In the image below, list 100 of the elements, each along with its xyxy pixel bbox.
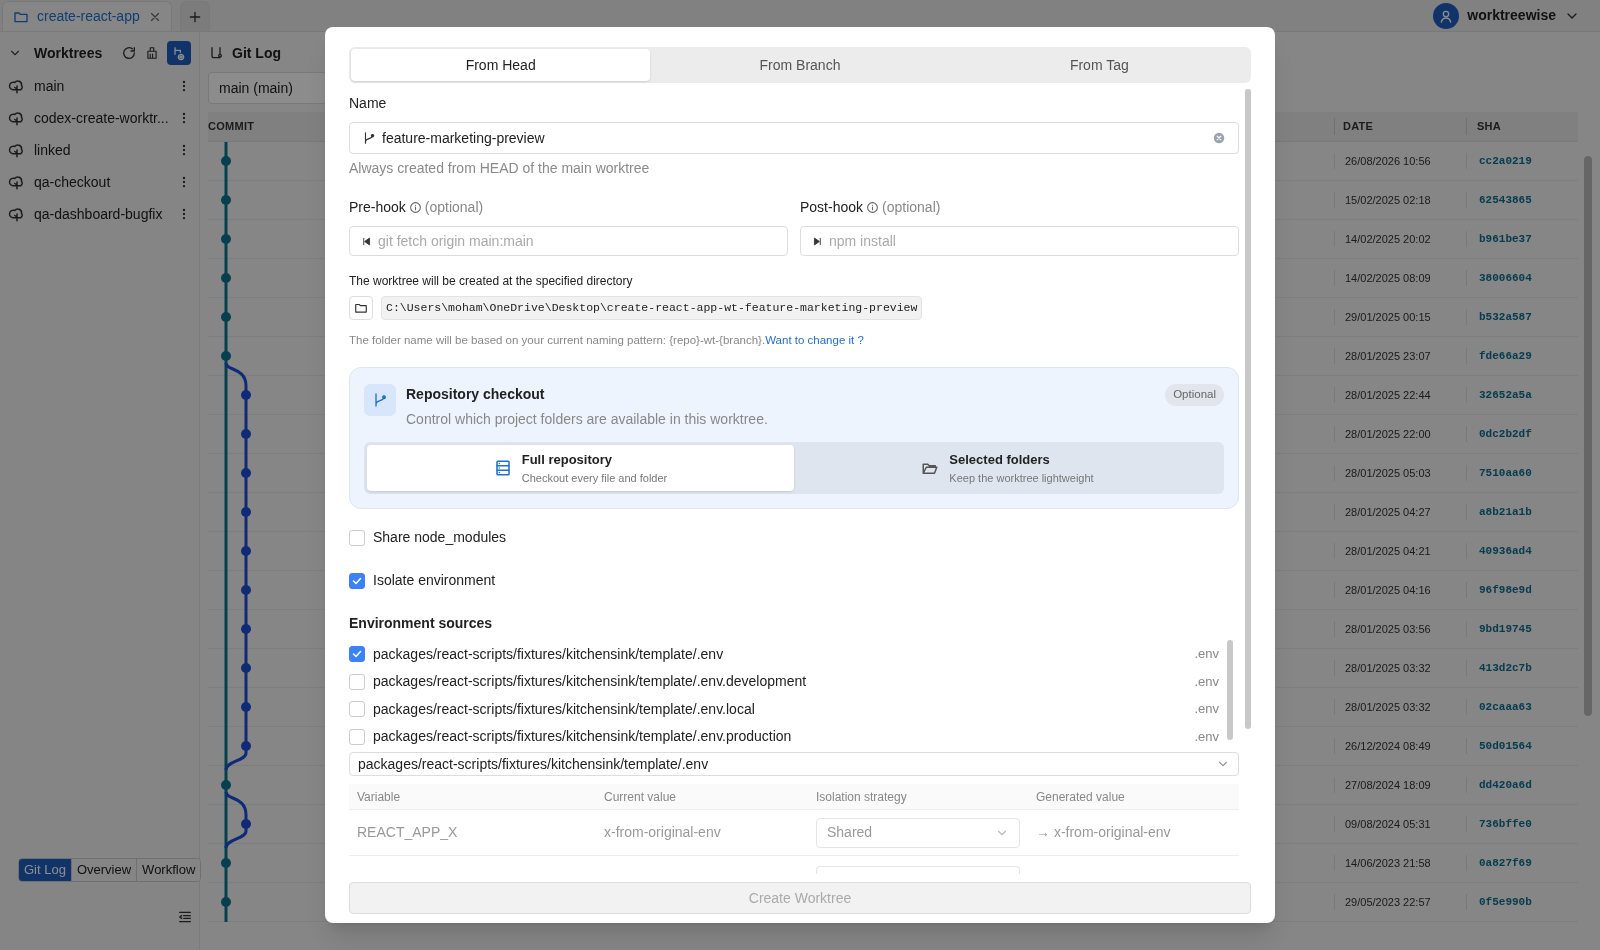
commit-dot[interactable]: [241, 429, 251, 439]
date-cell: 27/08/2024 18:09: [1334, 776, 1466, 794]
mode-tab[interactable]: From Branch: [650, 49, 950, 81]
refresh-icon[interactable]: [121, 45, 137, 61]
worktree-item[interactable]: main: [0, 70, 199, 102]
sha-link[interactable]: 50d01564: [1466, 737, 1578, 755]
commit-dot[interactable]: [221, 858, 231, 868]
date-cell: 15/02/2025 02:18: [1334, 191, 1466, 209]
commit-dot[interactable]: [241, 741, 251, 751]
checkout-option[interactable]: Selected folders Keep the worktree lightweight: [794, 445, 1221, 492]
commit-dot[interactable]: [221, 273, 231, 283]
table-cell-text: REACT_APP_X: [356, 823, 459, 843]
commit-dot[interactable]: [221, 195, 231, 205]
commit-dot[interactable]: [221, 351, 231, 361]
scrollbar[interactable]: [1584, 156, 1592, 716]
file-extension: .env: [1194, 700, 1219, 719]
date-cell: 28/01/2025 22:00: [1334, 425, 1466, 443]
list-icon: [493, 459, 512, 478]
column-header: Current value: [603, 788, 678, 806]
file-path: packages/react-scripts/fixtures/kitchensink/template/.env.development: [373, 672, 808, 691]
checkbox[interactable]: [349, 673, 365, 690]
worktree-item[interactable]: codex-create-worktr...: [0, 102, 199, 134]
avatar[interactable]: [1433, 2, 1460, 29]
checkbox[interactable]: [349, 701, 365, 717]
column-header: SHA: [1466, 118, 1578, 135]
date-cell: 28/01/2025 22:44: [1334, 386, 1466, 404]
commit-dot[interactable]: [241, 624, 251, 634]
account-name[interactable]: worktreewise: [1467, 5, 1556, 26]
sha-link[interactable]: 413d2c7b: [1466, 659, 1578, 677]
commit-dot[interactable]: [241, 663, 251, 673]
commit-dot[interactable]: [241, 819, 251, 829]
card-title: Repository checkout: [406, 385, 546, 405]
file-extension: .env: [1194, 672, 1219, 691]
sha-link[interactable]: 96f98e9d: [1466, 581, 1578, 599]
table-cell-text: x-from-original-env: [603, 823, 722, 843]
sha-link[interactable]: b961be37: [1466, 230, 1578, 248]
sha-link[interactable]: fde66a29: [1466, 347, 1578, 365]
commit-dot[interactable]: [241, 507, 251, 517]
change-pattern-link[interactable]: Want to change it ?: [765, 334, 864, 346]
tree-icon: [8, 173, 26, 191]
commit-dot[interactable]: [241, 585, 251, 595]
broom-icon[interactable]: [145, 46, 159, 60]
hook-input[interactable]: npm install: [800, 226, 1239, 256]
commit-dot[interactable]: [221, 897, 231, 907]
sha-link[interactable]: 32652a5a: [1466, 386, 1578, 404]
name-field[interactable]: feature-marketing-preview: [349, 122, 1239, 154]
sha-link[interactable]: 40936ad4: [1466, 542, 1578, 560]
clear-icon[interactable]: [1212, 131, 1226, 145]
add-worktree-button[interactable]: [167, 41, 191, 65]
checkbox[interactable]: [349, 529, 365, 546]
sha-link[interactable]: 38006604: [1466, 269, 1578, 287]
checkbox[interactable]: [349, 728, 365, 745]
env-file-select[interactable]: packages/react-scripts/fixtures/kitchensink/template/.env: [349, 752, 1239, 777]
mode-tab[interactable]: From Head: [351, 49, 651, 81]
sha-link[interactable]: 9bd19745: [1466, 620, 1578, 638]
worktree-item[interactable]: qa-checkout: [0, 166, 199, 198]
sha-link[interactable]: 736bffe0: [1466, 815, 1578, 833]
sha-link[interactable]: 7510aa60: [1466, 464, 1578, 482]
branch-plus-icon: [171, 45, 187, 61]
field-hint: Always created from HEAD of the main worktree: [349, 159, 651, 178]
worktree-item[interactable]: linked: [0, 134, 199, 166]
file-tab[interactable]: create-react-app: [2, 1, 172, 31]
date-cell: 28/01/2025 03:32: [1334, 698, 1466, 716]
checkout-option[interactable]: Full repository Checkout every file and folder: [367, 445, 794, 492]
sha-link[interactable]: a8b21a1b: [1466, 503, 1578, 521]
worktree-item[interactable]: qa-dashboard-bugfix: [0, 198, 199, 230]
sha-link[interactable]: 02caaa63: [1466, 698, 1578, 716]
view-tab[interactable]: Git Log: [19, 859, 71, 881]
sha-link[interactable]: 0f5e990b: [1466, 893, 1578, 911]
commit-dot[interactable]: [241, 702, 251, 712]
commit-dot[interactable]: [241, 468, 251, 478]
checkbox-label: Share node_modules: [373, 528, 507, 548]
date-cell: 28/01/2025 03:32: [1334, 659, 1466, 677]
field-label: Post-hook: [800, 198, 864, 217]
branch-icon: [362, 131, 376, 145]
commit-dot[interactable]: [221, 234, 231, 244]
file-path: packages/react-scripts/fixtures/kitchensink/template/.env.production: [373, 727, 793, 746]
commit-dot[interactable]: [241, 546, 251, 556]
hook-input[interactable]: git fetch origin main:main: [349, 226, 788, 256]
sha-link[interactable]: 0dc2b2df: [1466, 425, 1578, 443]
date-cell: 29/05/2023 22:57: [1334, 893, 1466, 911]
commit-dot[interactable]: [241, 390, 251, 400]
sha-link[interactable]: cc2a0219: [1466, 152, 1578, 170]
mode-tab[interactable]: From Tag: [949, 49, 1249, 81]
sha-link[interactable]: dd420a6d: [1466, 776, 1578, 794]
commit-dot[interactable]: [221, 312, 231, 322]
view-tab[interactable]: Workflow: [136, 859, 201, 881]
browse-folder-button[interactable]: [349, 296, 373, 320]
checkbox[interactable]: [349, 646, 365, 662]
strategy-select[interactable]: Shared: [816, 817, 1020, 848]
sha-link[interactable]: 0a827f69: [1466, 854, 1578, 872]
scrollbar[interactable]: [1227, 640, 1233, 741]
collapse-icon[interactable]: [177, 909, 193, 925]
commit-dot[interactable]: [221, 780, 231, 790]
sha-link[interactable]: b532a587: [1466, 308, 1578, 326]
sha-link[interactable]: 62543865: [1466, 191, 1578, 209]
new-tab-button[interactable]: [180, 1, 210, 31]
checkbox[interactable]: [349, 572, 365, 589]
scrollbar[interactable]: [1245, 89, 1251, 729]
commit-dot[interactable]: [221, 156, 231, 166]
